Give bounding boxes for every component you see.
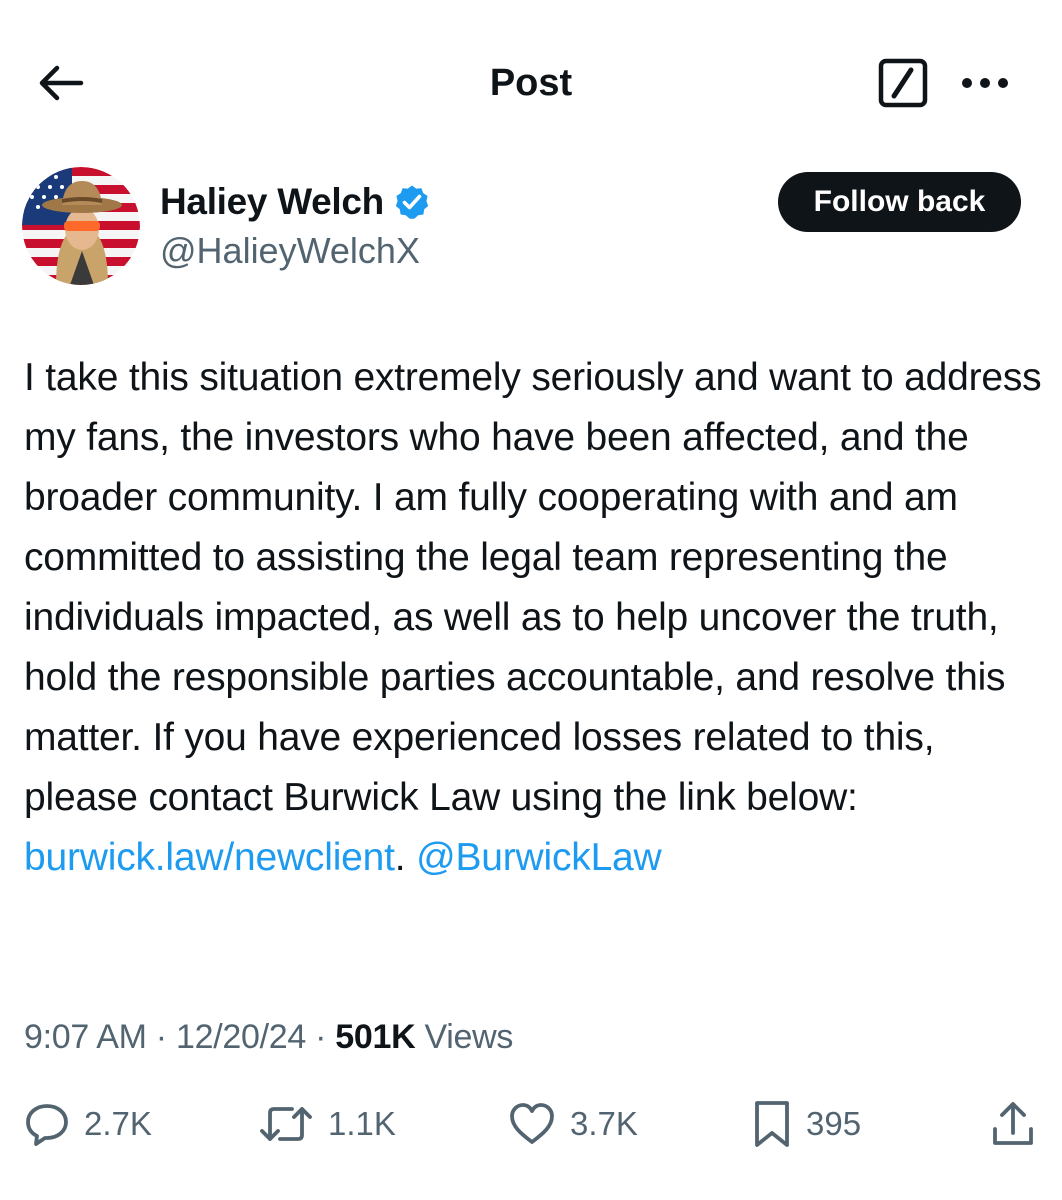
compose-icon [878,58,928,108]
post-link[interactable]: burwick.law/newclient [24,836,395,879]
repost-count: 1.1K [328,1105,396,1142]
follow-back-button[interactable]: Follow back [778,172,1021,232]
bookmark-count: 395 [806,1105,862,1142]
reply-button[interactable]: 2.7K [24,1092,152,1156]
action-bar: 2.7K 1.1K 3.7K 395 [0,1092,1062,1156]
repost-icon [260,1107,312,1141]
heart-icon [510,1103,554,1144]
avatar-image [22,167,140,285]
post-date[interactable]: 12/20/24 [176,1018,306,1056]
author-handle[interactable]: @HalieyWelchX [160,228,420,274]
verified-badge-icon [394,184,430,220]
more-options-button[interactable] [950,60,1020,106]
post-mention[interactable]: @BurwickLaw [416,836,662,879]
reply-icon [26,1104,68,1146]
like-button[interactable]: 3.7K [508,1092,638,1156]
post-body: I take this situation extremely seriousl… [24,356,1042,819]
more-horizontal-icon [962,78,1008,88]
share-icon [993,1102,1033,1145]
author-name-row: Haliey Welch [160,178,430,226]
compose-button[interactable] [874,56,932,110]
top-bar: Post [0,0,1062,165]
post-time[interactable]: 9:07 AM [24,1018,147,1056]
post-punctuation: . [394,836,417,879]
avatar[interactable] [22,167,140,285]
views-label: Views [415,1018,514,1056]
bookmark-button[interactable]: 395 [752,1092,861,1156]
meta-separator: · [305,1018,336,1056]
meta-separator: · [146,1018,176,1056]
views-count[interactable]: 501K [335,1018,415,1056]
post-metadata: 9:07 AM · 12/20/24 · 501K Views [24,1014,513,1060]
post-text: I take this situation extremely seriousl… [24,348,1054,888]
display-name[interactable]: Haliey Welch [160,179,384,225]
bookmark-icon [755,1101,789,1147]
like-count: 3.7K [570,1105,638,1142]
share-button[interactable] [990,1092,1036,1156]
reply-count: 2.7K [84,1105,152,1142]
repost-button[interactable]: 1.1K [258,1092,396,1156]
